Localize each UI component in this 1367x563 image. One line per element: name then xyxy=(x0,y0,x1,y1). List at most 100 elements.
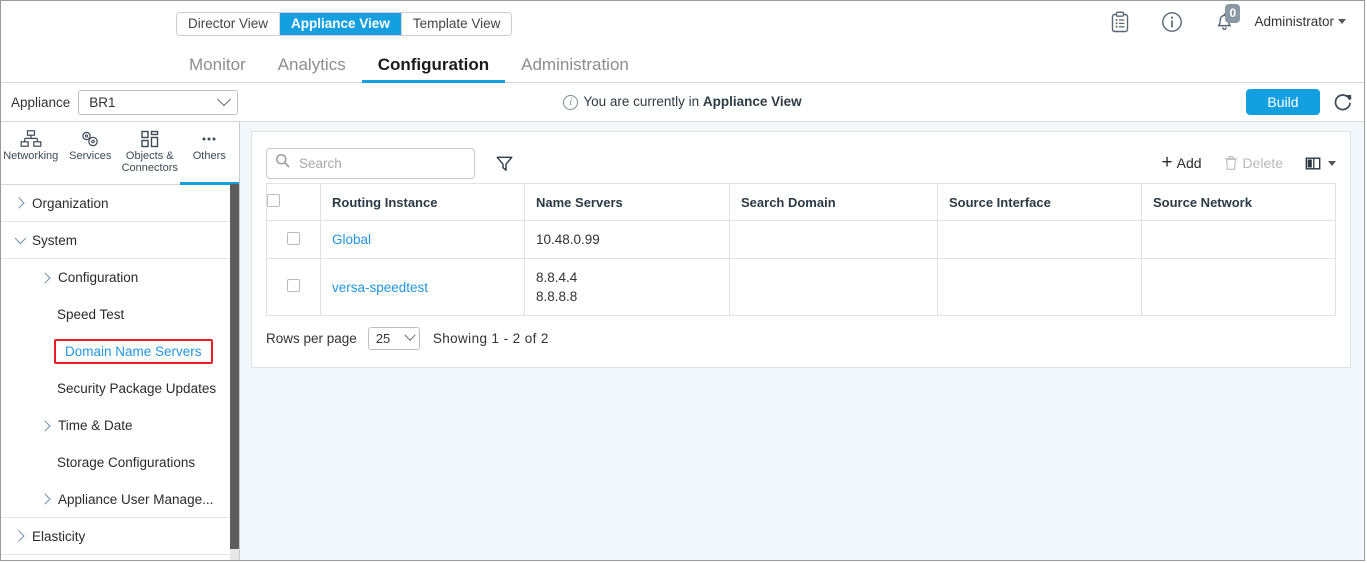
sidebar-item-storage-configurations[interactable]: Storage Configurations xyxy=(1,444,239,481)
sidebar-scrollbar-thumb[interactable] xyxy=(230,184,239,549)
sidebar-item-appliance-user-management[interactable]: Appliance User Manage... xyxy=(1,481,239,518)
showing-range: Showing 1 - 2 of 2 xyxy=(433,331,549,346)
delete-button[interactable]: Delete xyxy=(1224,155,1283,171)
info-icon: i xyxy=(563,95,578,110)
sidebar-category-others[interactable]: Others xyxy=(180,122,240,184)
body: Networking Services xyxy=(1,122,1364,560)
name-server-value: 8.8.8.8 xyxy=(536,287,721,306)
sidebar-item-label: Speed Test xyxy=(57,307,124,322)
column-header-routing-instance[interactable]: Routing Instance xyxy=(321,184,525,221)
name-server-value: 8.8.4.4 xyxy=(536,268,721,287)
view-notice-strong: Appliance View xyxy=(703,94,802,109)
table-row[interactable]: versa-speedtest 8.8.4.4 8.8.8.8 xyxy=(267,259,1336,316)
column-chooser-button[interactable] xyxy=(1305,156,1336,171)
sidebar-item-label: Domain Name Servers xyxy=(54,339,213,364)
appliance-bar: Appliance BR1 iYou are currently in Appl… xyxy=(1,83,1364,122)
cell-source-network xyxy=(1142,259,1336,316)
rows-per-page-label: Rows per page xyxy=(266,331,357,346)
routing-instance-link[interactable]: Global xyxy=(332,232,371,247)
sidebar: Networking Services xyxy=(1,122,240,560)
view-tab-appliance[interactable]: Appliance View xyxy=(280,13,402,35)
objects-connectors-icon xyxy=(140,128,160,150)
nav-configuration[interactable]: Configuration xyxy=(362,55,505,82)
rows-per-page-value: 25 xyxy=(376,331,390,346)
cell-routing-instance: Global xyxy=(321,221,525,259)
nav-administration[interactable]: Administration xyxy=(505,55,645,82)
sidebar-category-services[interactable]: Services xyxy=(61,122,121,184)
clipboard-icon[interactable] xyxy=(1094,1,1146,42)
bell-icon[interactable]: 0 xyxy=(1198,1,1250,42)
sidebar-item-elasticity[interactable]: Elasticity xyxy=(1,518,239,555)
select-all-checkbox[interactable] xyxy=(267,194,280,207)
sidebar-category-label: Services xyxy=(69,150,111,162)
sidebar-category-label: Others xyxy=(193,150,226,162)
chevron-right-icon xyxy=(39,272,50,283)
trash-icon xyxy=(1224,155,1238,171)
services-icon xyxy=(78,128,102,150)
notification-badge: 0 xyxy=(1225,4,1240,23)
row-checkbox[interactable] xyxy=(287,279,300,292)
view-tab-director[interactable]: Director View xyxy=(177,13,280,35)
add-button-label: Add xyxy=(1177,155,1202,171)
sidebar-item-domain-name-servers[interactable]: Domain Name Servers xyxy=(1,333,239,370)
info-icon[interactable] xyxy=(1146,1,1198,42)
cell-search-domain xyxy=(730,259,938,316)
cell-source-interface xyxy=(938,259,1142,316)
sidebar-item-organization[interactable]: Organization xyxy=(1,185,239,222)
main-navigation: Monitor Analytics Configuration Administ… xyxy=(1,42,1364,83)
sidebar-category-bar: Networking Services xyxy=(1,122,239,185)
top-bar: Director View Appliance View Template Vi… xyxy=(1,1,1364,42)
search-input[interactable] xyxy=(297,155,466,172)
sidebar-tree: Organization System Configuration Speed … xyxy=(1,185,239,560)
view-tab-template[interactable]: Template View xyxy=(402,13,512,35)
chevron-right-icon xyxy=(13,530,24,541)
user-menu[interactable]: Administrator xyxy=(1250,14,1356,29)
row-select-cell xyxy=(267,221,321,259)
cell-source-interface xyxy=(938,221,1142,259)
chevron-down-icon xyxy=(1328,161,1336,166)
sidebar-category-objects-connectors[interactable]: Objects & Connectors xyxy=(120,122,180,184)
sidebar-item-configuration[interactable]: Configuration xyxy=(1,259,239,296)
sidebar-item-label: Elasticity xyxy=(32,529,85,544)
sidebar-item-time-and-date[interactable]: Time & Date xyxy=(1,407,239,444)
top-bar-actions: 0 Administrator xyxy=(1094,1,1356,42)
plus-icon: + xyxy=(1162,156,1173,170)
view-switcher[interactable]: Director View Appliance View Template Vi… xyxy=(176,12,512,36)
column-header-source-interface[interactable]: Source Interface xyxy=(938,184,1142,221)
others-icon xyxy=(198,128,220,150)
sidebar-item-speed-test[interactable]: Speed Test xyxy=(1,296,239,333)
build-button[interactable]: Build xyxy=(1246,89,1320,115)
row-checkbox[interactable] xyxy=(287,232,300,245)
table-footer: Rows per page 25 Showing 1 - 2 of 2 xyxy=(266,316,1336,357)
nav-analytics[interactable]: Analytics xyxy=(262,55,362,82)
rows-per-page-select[interactable]: 25 xyxy=(368,327,420,350)
sidebar-category-networking[interactable]: Networking xyxy=(1,122,61,184)
table-header-row: Routing Instance Name Servers Search Dom… xyxy=(267,184,1336,221)
column-header-source-network[interactable]: Source Network xyxy=(1142,184,1336,221)
refresh-icon[interactable] xyxy=(1332,91,1354,113)
name-server-value: 10.48.0.99 xyxy=(536,232,600,247)
search-box[interactable] xyxy=(266,148,475,179)
chevron-right-icon xyxy=(39,420,50,431)
nav-monitor[interactable]: Monitor xyxy=(173,55,262,82)
routing-instance-link[interactable]: versa-speedtest xyxy=(332,280,428,295)
sidebar-item-security-package-updates[interactable]: Security Package Updates xyxy=(1,370,239,407)
filter-icon[interactable] xyxy=(495,154,514,173)
appliance-select[interactable]: BR1 xyxy=(78,90,238,115)
delete-button-label: Delete xyxy=(1243,155,1283,171)
networking-icon xyxy=(20,128,42,150)
table-row[interactable]: Global 10.48.0.99 xyxy=(267,221,1336,259)
sidebar-category-label: Networking xyxy=(3,150,58,162)
sidebar-item-label: Appliance User Manage... xyxy=(58,492,213,507)
sidebar-item-system[interactable]: System xyxy=(1,222,239,259)
sidebar-scrollbar[interactable] xyxy=(230,184,239,560)
add-button[interactable]: + Add xyxy=(1162,155,1202,171)
select-all-header xyxy=(267,184,321,221)
chevron-right-icon xyxy=(39,493,50,504)
search-icon xyxy=(275,153,290,173)
cell-search-domain xyxy=(730,221,938,259)
cell-name-servers: 10.48.0.99 xyxy=(525,221,730,259)
column-header-name-servers[interactable]: Name Servers xyxy=(525,184,730,221)
sidebar-item-label: Storage Configurations xyxy=(57,455,195,470)
column-header-search-domain[interactable]: Search Domain xyxy=(730,184,938,221)
